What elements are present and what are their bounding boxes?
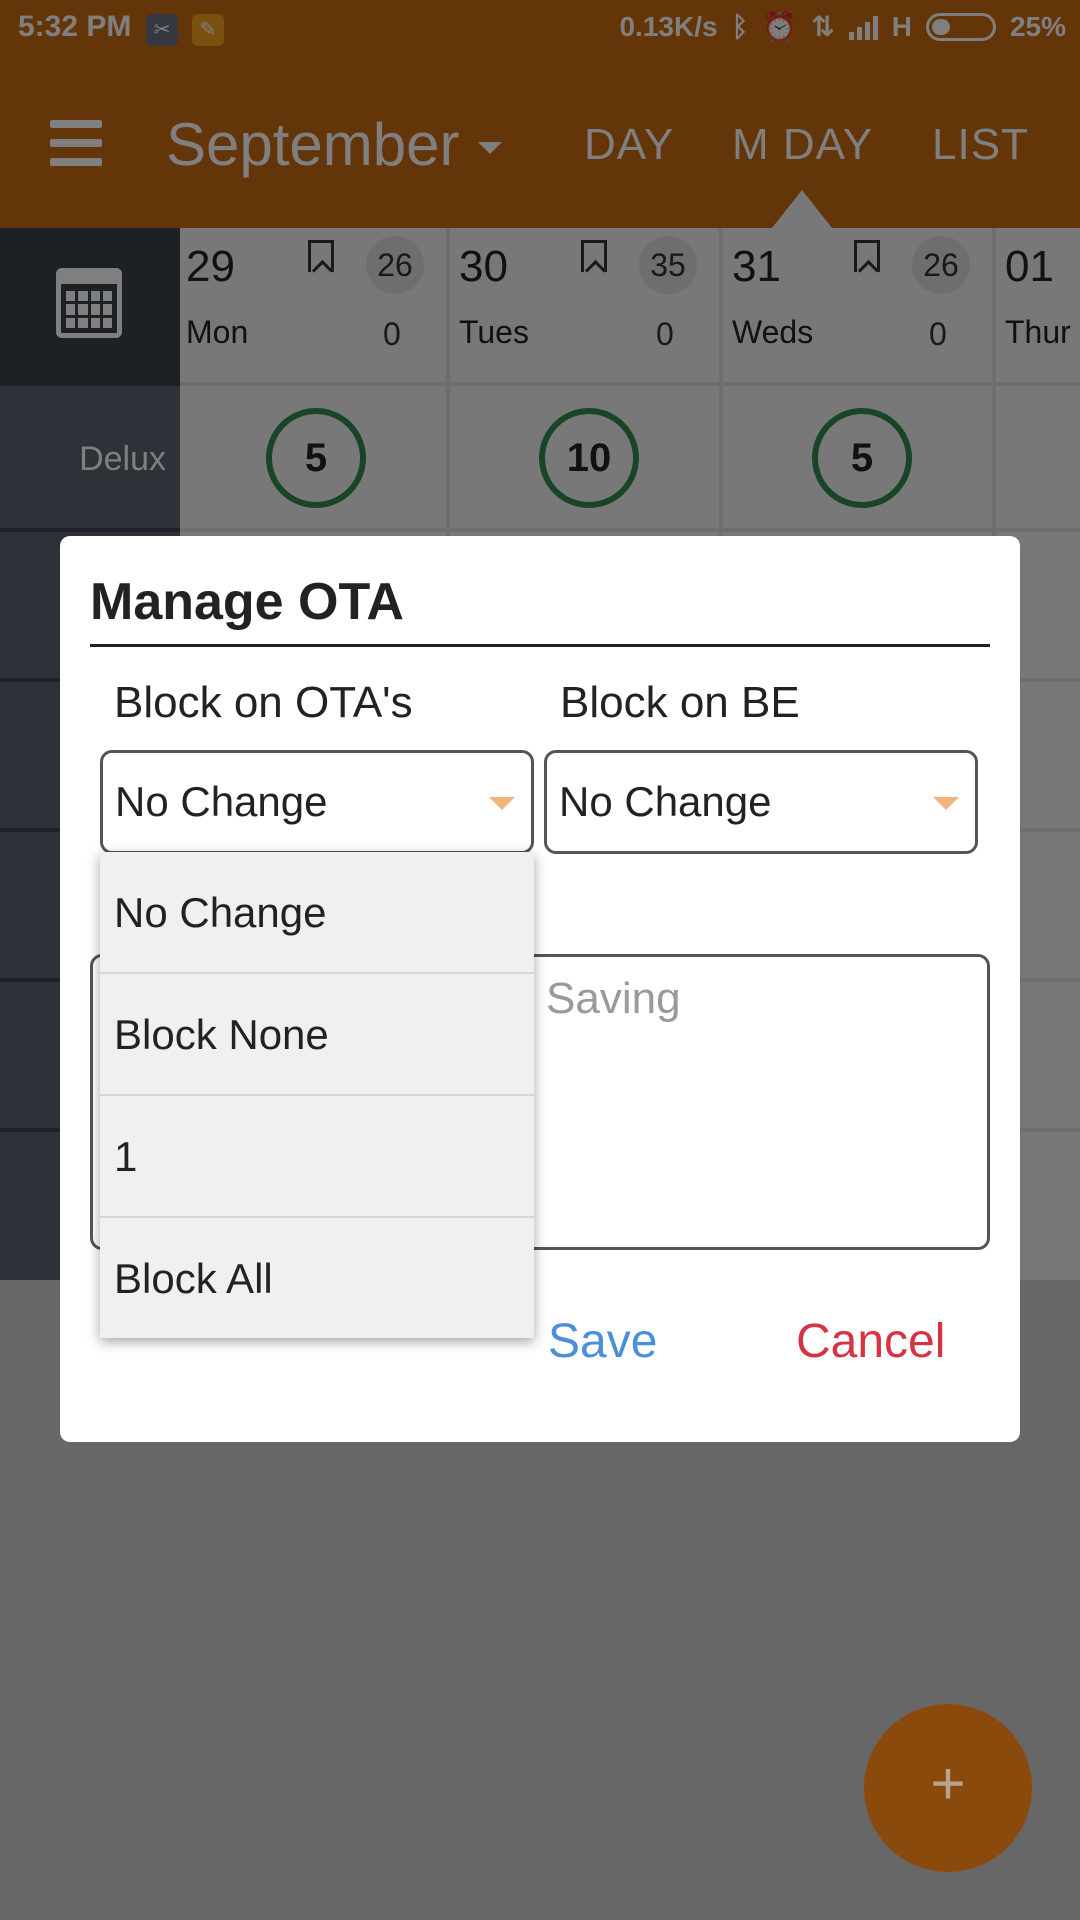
dialog-title: Manage OTA bbox=[90, 573, 404, 631]
be-select[interactable]: No Change bbox=[544, 750, 978, 854]
ota-label: Block on OTA's bbox=[114, 678, 413, 727]
ota-select-value: No Change bbox=[115, 778, 328, 825]
menu-item-1[interactable]: 1 bbox=[100, 1096, 534, 1218]
chevron-down-icon bbox=[933, 797, 959, 810]
save-button[interactable]: Save bbox=[548, 1314, 657, 1369]
ota-select[interactable]: No Change bbox=[100, 750, 534, 854]
be-select-value: No Change bbox=[559, 778, 772, 825]
menu-item-no-change[interactable]: No Change bbox=[100, 852, 534, 974]
notes-placeholder: Saving bbox=[546, 974, 681, 1023]
title-divider bbox=[90, 644, 990, 647]
be-label: Block on BE bbox=[560, 678, 800, 727]
ota-dropdown-menu: No Change Block None 1 Block All bbox=[100, 852, 534, 1338]
add-button[interactable]: + bbox=[864, 1704, 1032, 1872]
menu-item-block-none[interactable]: Block None bbox=[100, 974, 534, 1096]
cancel-button[interactable]: Cancel bbox=[796, 1314, 945, 1369]
menu-item-block-all[interactable]: Block All bbox=[100, 1218, 534, 1338]
chevron-down-icon bbox=[489, 797, 515, 810]
